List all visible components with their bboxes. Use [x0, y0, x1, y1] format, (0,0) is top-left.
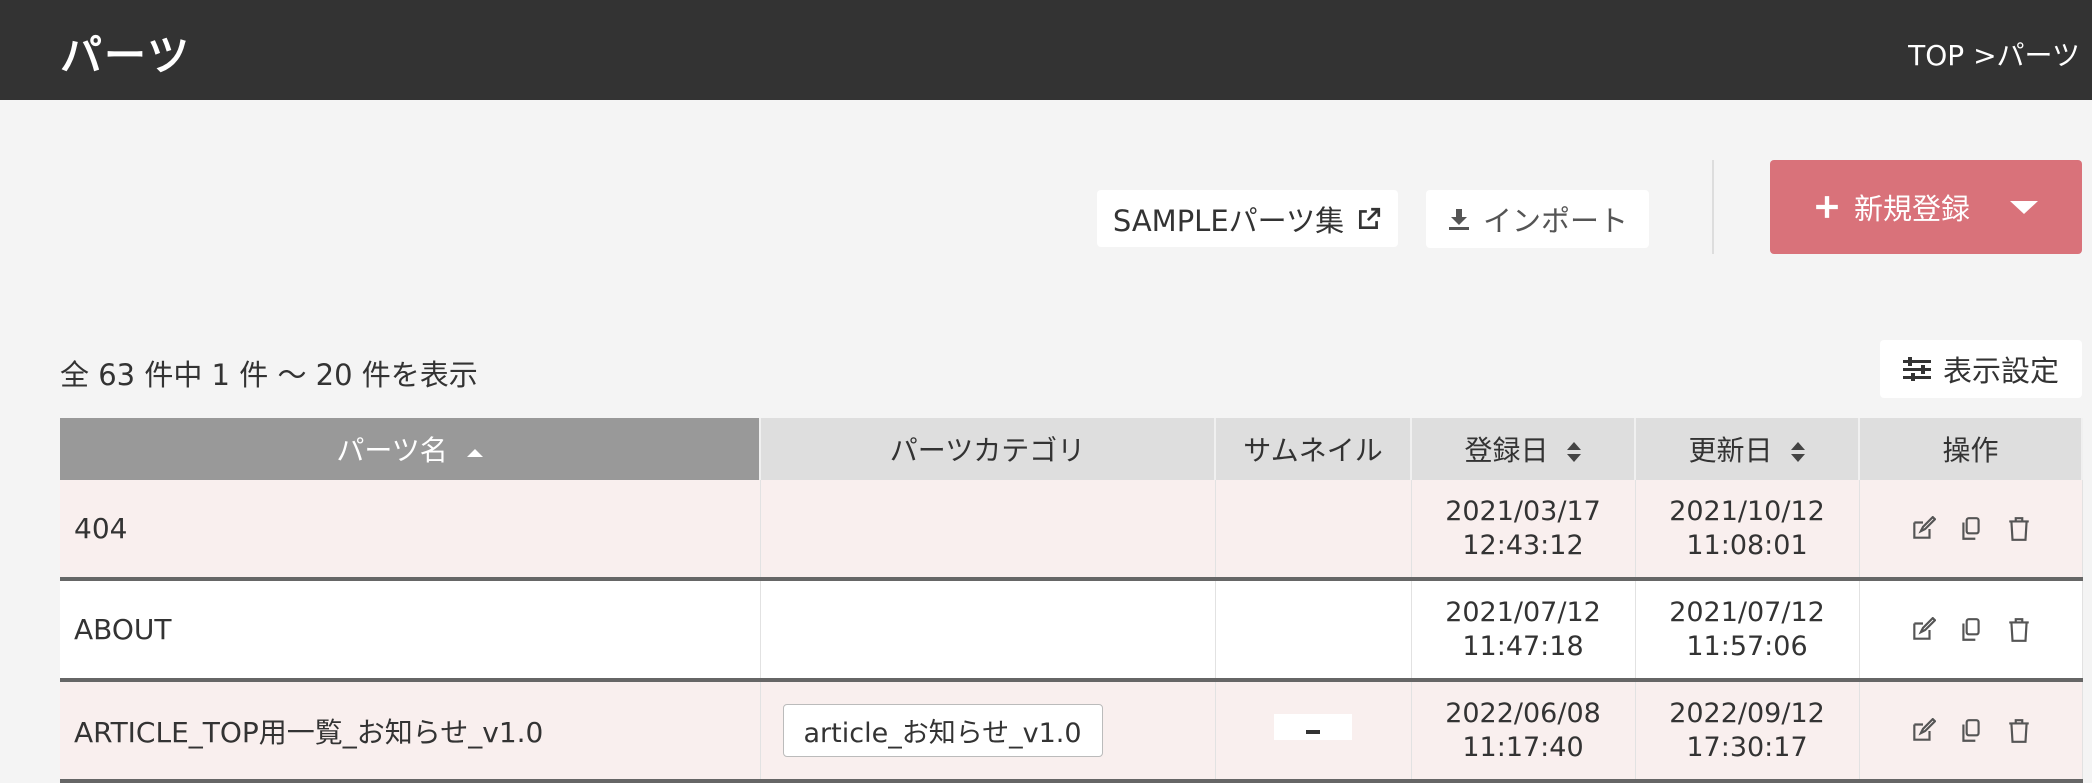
breadcrumb[interactable]: TOP >パーツ — [1908, 34, 2080, 74]
copy-icon[interactable] — [1958, 617, 1984, 643]
part-name[interactable]: ARTICLE_TOP用一覧_お知らせ_v1.0 — [60, 680, 761, 781]
part-name[interactable]: 404 — [60, 480, 761, 579]
created-date: 2022/06/08 11:17:40 — [1411, 680, 1636, 781]
thumbnail-image[interactable] — [1274, 714, 1352, 740]
column-header-updated-label: 更新日 — [1688, 434, 1773, 467]
table-header-row: パーツ名 パーツカテゴリ サムネイル 登録日 更新日 操作 — [60, 418, 2083, 480]
display-settings-label: 表示設定 — [1942, 354, 2059, 388]
updated-date-time: 17:30:17 — [1686, 731, 1808, 763]
column-header-name[interactable]: パーツ名 — [60, 418, 761, 480]
created-date-time: 11:47:18 — [1462, 630, 1584, 662]
updated-date-day: 2021/07/12 — [1669, 596, 1825, 628]
updated-date-day: 2022/09/12 — [1669, 697, 1825, 729]
external-link-icon — [1359, 207, 1381, 229]
part-category — [760, 480, 1216, 579]
sample-parts-label: SAMPLEパーツ集 — [1112, 203, 1345, 238]
toolbar-divider — [1712, 160, 1714, 254]
copy-icon[interactable] — [1958, 718, 1984, 744]
import-button[interactable]: インポート — [1426, 190, 1649, 248]
new-registration-button[interactable]: 新規登録 — [1770, 160, 2082, 254]
result-count: 全 63 件中 1 件 〜 20 件を表示 — [60, 358, 478, 392]
row-actions — [1859, 480, 2083, 579]
trash-icon[interactable] — [2006, 516, 2032, 542]
part-name[interactable]: ABOUT — [60, 579, 761, 680]
part-thumbnail — [1215, 579, 1412, 680]
updated-date: 2021/10/12 11:08:01 — [1635, 480, 1860, 579]
created-date-day: 2021/07/12 — [1445, 596, 1601, 628]
updated-date-time: 11:57:06 — [1686, 630, 1808, 662]
column-header-created-label: 登録日 — [1464, 434, 1549, 467]
import-label: インポート — [1482, 204, 1628, 238]
updated-date-day: 2021/10/12 — [1669, 495, 1825, 527]
column-header-actions: 操作 — [1859, 418, 2083, 480]
edit-icon[interactable] — [1910, 616, 1936, 643]
created-date-day: 2021/03/17 — [1445, 495, 1601, 527]
sample-parts-button[interactable]: SAMPLEパーツ集 — [1097, 190, 1398, 247]
sliders-icon — [1902, 357, 1931, 381]
edit-icon[interactable] — [1910, 717, 1936, 744]
download-icon — [1448, 209, 1469, 230]
column-header-category: パーツカテゴリ — [760, 418, 1216, 480]
row-actions — [1859, 680, 2083, 781]
updated-date: 2022/09/12 17:30:17 — [1635, 680, 1860, 781]
row-actions — [1859, 579, 2083, 680]
chevron-down-icon[interactable] — [2010, 200, 2038, 214]
part-category — [760, 579, 1216, 680]
updated-date: 2021/07/12 11:57:06 — [1635, 579, 1860, 680]
part-thumbnail — [1215, 680, 1412, 781]
trash-icon[interactable] — [2006, 617, 2032, 643]
category-tag: article_お知らせ_v1.0 — [782, 704, 1103, 757]
table-row[interactable]: ARTICLE_TOP用一覧_お知らせ_v1.0 article_お知らせ_v1… — [60, 680, 2083, 781]
created-date-day: 2022/06/08 — [1445, 697, 1601, 729]
parts-table: パーツ名 パーツカテゴリ サムネイル 登録日 更新日 操作 404 2021/0… — [60, 418, 2083, 783]
part-category: article_お知らせ_v1.0 — [760, 680, 1216, 781]
created-date: 2021/03/17 12:43:12 — [1411, 480, 1636, 579]
sort-ascending-icon — [466, 449, 483, 457]
trash-icon[interactable] — [2006, 718, 2032, 744]
sort-icon — [1791, 442, 1806, 462]
created-date: 2021/07/12 11:47:18 — [1411, 579, 1636, 680]
part-thumbnail — [1215, 480, 1412, 579]
created-date-time: 12:43:12 — [1462, 529, 1584, 561]
top-bar: パーツ TOP >パーツ — [0, 0, 2092, 100]
table-row[interactable]: 404 2021/03/17 12:43:12 2021/10/12 11:08… — [60, 480, 2083, 579]
display-settings-button[interactable]: 表示設定 — [1880, 340, 2082, 398]
copy-icon[interactable] — [1958, 516, 1984, 542]
new-registration-label: 新規登録 — [1853, 192, 1970, 226]
edit-icon[interactable] — [1910, 515, 1936, 542]
page-title: パーツ — [60, 31, 192, 80]
column-header-name-label: パーツ名 — [336, 434, 448, 467]
plus-icon — [1816, 196, 1838, 218]
created-date-time: 11:17:40 — [1462, 731, 1584, 763]
column-header-thumbnail: サムネイル — [1215, 418, 1412, 480]
sort-icon — [1567, 442, 1582, 462]
column-header-updated[interactable]: 更新日 — [1635, 418, 1860, 480]
table-row[interactable]: ABOUT 2021/07/12 11:47:18 2021/07/12 11:… — [60, 579, 2083, 680]
column-header-created[interactable]: 登録日 — [1411, 418, 1636, 480]
updated-date-time: 11:08:01 — [1686, 529, 1808, 561]
